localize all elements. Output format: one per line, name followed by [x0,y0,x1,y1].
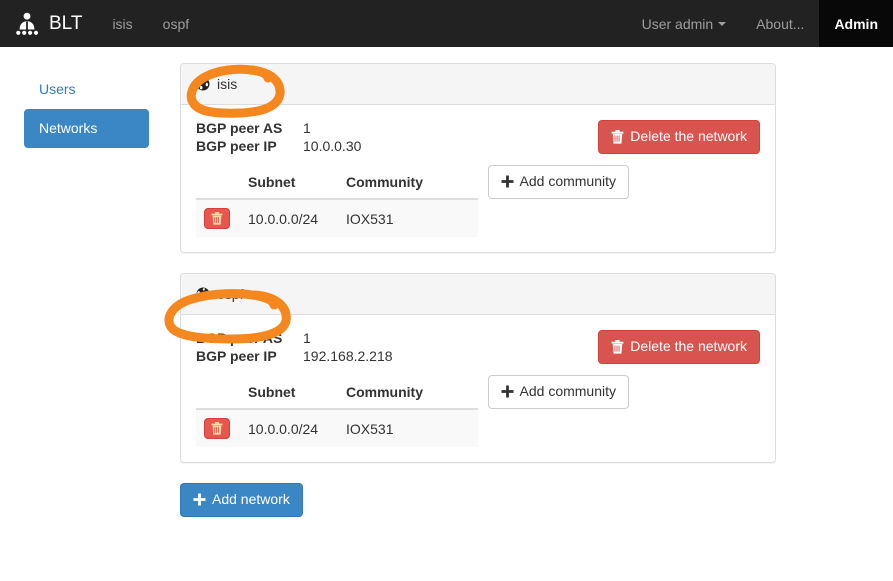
delete-community-button[interactable] [204,418,230,439]
nav-link-user-admin[interactable]: User admin [627,0,742,47]
network-panel: ospf BGP peer AS 1 BGP peer IP 192.168.2… [180,273,776,463]
nav-link-about[interactable]: About... [741,0,819,47]
sidebar-item-networks-label: Networks [39,120,98,136]
nav-link-ospf[interactable]: ospf [148,0,204,47]
bgp-peer-ip-label: BGP peer IP [196,348,277,364]
row-action-cell [196,408,240,447]
col-action [196,166,240,200]
trash-icon [211,212,223,225]
add-community-label: Add community [519,383,616,399]
nav-link-admin-label: Admin [834,15,878,32]
trash-icon [611,129,624,144]
bgp-peer-as-label: BGP peer AS [196,330,283,346]
trash-icon [611,339,624,354]
plus-icon [193,493,206,506]
globe-icon [196,77,210,91]
add-network-label: Add network [212,491,290,507]
isis-community-table: Subnet Community 10.0.0.0/24 IOX531 [196,166,478,237]
isis-add-community-wrap: Add community [487,165,629,199]
row-community: IOX531 [338,408,478,447]
table-row: 10.0.0.0/24 IOX531 [196,408,478,447]
plus-icon [501,175,514,188]
sidebar-item-users-label: Users [39,81,76,97]
globe-icon [196,287,210,301]
isis-panel-heading: isis [181,64,775,105]
bgp-peer-ip-label: BGP peer IP [196,138,277,154]
row-subnet: 10.0.0.0/24 [240,408,338,447]
ospf-panel-actions: Delete the network [598,330,760,364]
isis-panel-actions: Delete the network [598,120,760,154]
navbar-right-group: User admin About... Admin [627,0,893,47]
ospf-panel-heading: ospf [181,274,775,315]
add-community-button[interactable]: Add community [487,375,629,409]
plus-icon [501,385,514,398]
network-name: ospf [217,286,244,302]
nav-link-user-admin-label: User admin [641,15,714,32]
delete-network-button[interactable]: Delete the network [598,330,760,364]
row-subnet: 10.0.0.0/24 [240,198,338,237]
add-community-label: Add community [519,173,616,189]
network-panel: isis BGP peer AS 1 BGP peer IP 10.0.0.30… [180,63,776,253]
add-network-wrap: Add network [180,483,776,517]
col-community: Community [338,166,478,200]
col-action [196,376,240,410]
add-community-button[interactable]: Add community [487,165,629,199]
table-row: 10.0.0.0/24 IOX531 [196,198,478,237]
row-community: IOX531 [338,198,478,237]
sidebar: Users Networks [24,70,149,148]
nav-link-ospf-label: ospf [162,15,190,32]
chevron-down-icon [718,21,727,26]
network-name: isis [217,76,238,92]
brand-link[interactable]: BLT [0,0,97,47]
top-navbar: BLT isis ospf User admin About... Admin [0,0,893,47]
add-network-button[interactable]: Add network [180,483,303,517]
col-subnet: Subnet [240,166,338,200]
bgp-peer-as-label: BGP peer AS [196,120,283,136]
col-subnet: Subnet [240,376,338,410]
page-root: BLT isis ospf User admin About... Admin … [0,0,893,581]
ospf-community-table: Subnet Community 10.0.0.0/24 IOX531 [196,376,478,447]
delete-network-button[interactable]: Delete the network [598,120,760,154]
delete-network-label: Delete the network [630,128,747,144]
table-header-row: Subnet Community [196,166,478,200]
nav-link-admin[interactable]: Admin [819,0,893,47]
sidebar-item-users[interactable]: Users [24,70,149,109]
ospf-add-community-wrap: Add community [487,375,629,409]
table-header-row: Subnet Community [196,376,478,410]
delete-network-label: Delete the network [630,338,747,354]
brand-label: BLT [49,13,83,34]
trash-icon [211,422,223,435]
nav-link-about-label: About... [756,15,805,32]
isis-panel-body: BGP peer AS 1 BGP peer IP 10.0.0.30 Subn… [181,105,775,252]
people-group-icon [14,11,40,37]
sidebar-item-networks[interactable]: Networks [24,109,149,148]
nav-link-isis-label: isis [112,15,133,32]
col-community: Community [338,376,478,410]
nav-link-isis[interactable]: isis [97,0,147,47]
ospf-panel-body: BGP peer AS 1 BGP peer IP 192.168.2.218 … [181,315,775,462]
main-content: isis BGP peer AS 1 BGP peer IP 10.0.0.30… [180,63,776,517]
row-action-cell [196,198,240,237]
delete-community-button[interactable] [204,208,230,229]
